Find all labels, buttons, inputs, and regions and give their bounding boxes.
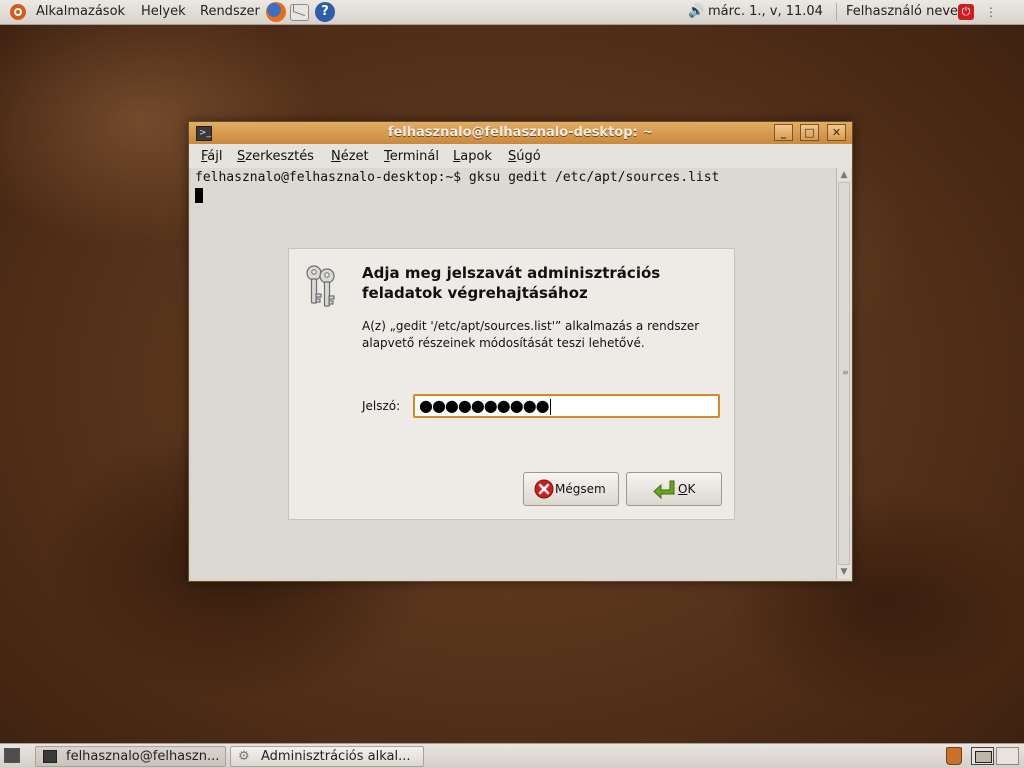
text-caret	[549, 398, 551, 415]
show-desktop-icon[interactable]	[4, 748, 20, 763]
menu-help[interactable]: Súgó	[508, 148, 541, 166]
user-name[interactable]: Felhasználó neve	[846, 0, 958, 24]
scroll-down-icon[interactable]: ▼	[837, 565, 851, 579]
gear-icon: ⚙	[238, 749, 250, 764]
places-menu[interactable]: Helyek	[141, 0, 186, 24]
keys-icon	[306, 265, 335, 307]
window-title: felhasznalo@felhasznalo-desktop: ~	[387, 125, 654, 140]
password-label: Jelszó:	[362, 399, 401, 413]
logout-icon[interactable]: ⏻	[958, 4, 974, 20]
taskbar-label: Adminisztrációs alkal...	[261, 749, 411, 764]
workspace-2[interactable]	[996, 747, 1019, 765]
menu-view[interactable]: Nézet	[331, 148, 369, 166]
terminal-icon	[43, 750, 57, 763]
taskbar-item-terminal[interactable]: felhasznalo@felhaszn...	[35, 746, 226, 767]
terminal-scrollbar[interactable]: ▲ ≡ ▼	[836, 168, 851, 579]
terminal-titlebar[interactable]: >_ felhasznalo@felhasznalo-desktop: ~ _ …	[189, 122, 852, 145]
scroll-up-icon[interactable]: ▲	[837, 168, 851, 182]
menu-tabs[interactable]: Lapok	[453, 148, 492, 166]
dialog-title: Adja meg jelszavát adminisztrációs felad…	[362, 264, 661, 302]
system-menu[interactable]: Rendszer	[200, 0, 260, 24]
firefox-icon[interactable]	[266, 2, 286, 22]
password-input[interactable]: ●●●●●●●●●●	[413, 394, 720, 418]
minimize-icon[interactable]: _	[774, 124, 793, 141]
dialog-description: A(z) „gedit '/etc/apt/sources.list'” alk…	[362, 319, 700, 350]
close-icon[interactable]: ✕	[827, 124, 846, 141]
ok-button[interactable]: OK	[626, 472, 722, 506]
terminal-menubar: Fájl Szerkesztés Nézet Terminál Lapok Sú…	[189, 144, 852, 168]
bottom-panel: felhasznalo@felhaszn... ⚙ Adminisztráció…	[0, 743, 1024, 768]
top-panel: Alkalmazások Helyek Rendszer ? 🔊 márc. 1…	[0, 0, 1024, 25]
help-icon[interactable]: ?	[315, 2, 335, 22]
password-value: ●●●●●●●●●●	[419, 396, 550, 415]
menu-terminal[interactable]: Terminál	[384, 148, 439, 166]
ok-label: OK	[678, 482, 696, 496]
workspace-1[interactable]	[971, 747, 994, 765]
panel-handle-icon[interactable]: ⋮	[985, 3, 999, 21]
scroll-grip-icon: ≡	[842, 368, 849, 377]
panel-separator	[836, 3, 837, 21]
cancel-button[interactable]: Mégsem	[523, 472, 619, 506]
text-cursor	[195, 188, 203, 203]
menu-edit[interactable]: Szerkesztés	[237, 148, 314, 166]
applications-menu[interactable]: Alkalmazások	[36, 0, 125, 24]
taskbar-label: felhasznalo@felhaszn...	[66, 749, 220, 764]
ubuntu-logo-icon[interactable]	[10, 4, 26, 20]
menu-file[interactable]: Fájl	[201, 148, 223, 166]
maximize-icon[interactable]: □	[800, 124, 819, 141]
cancel-icon	[534, 479, 554, 499]
mail-icon[interactable]	[290, 4, 309, 21]
password-dialog: Adja meg jelszavát adminisztrációs felad…	[288, 248, 735, 520]
command-line: felhasznalo@felhasznalo-desktop:~$ gksu …	[195, 170, 720, 185]
trash-icon[interactable]	[946, 747, 962, 765]
scroll-thumb[interactable]: ≡	[838, 182, 850, 565]
clock[interactable]: márc. 1., v, 11.04	[708, 0, 823, 24]
enter-arrow-icon	[653, 480, 675, 499]
cancel-label: Mégsem	[555, 482, 606, 496]
volume-icon[interactable]: 🔊	[688, 4, 704, 20]
taskbar-item-admin-dialog[interactable]: ⚙ Adminisztrációs alkal...	[230, 746, 424, 767]
